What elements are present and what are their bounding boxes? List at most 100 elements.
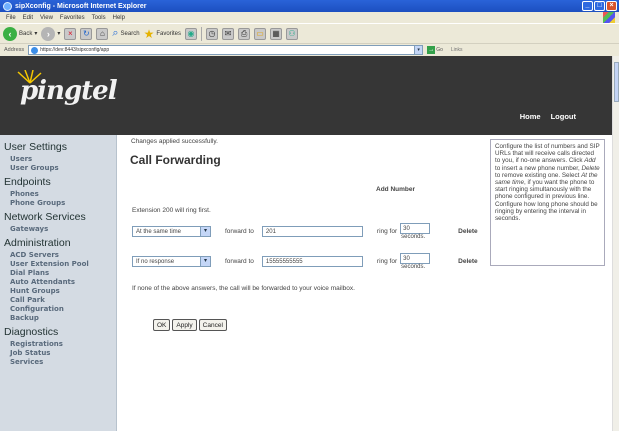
sidebar-section-user-settings: User Settings Users User Groups — [4, 141, 116, 173]
ring-duration: 30 seconds. — [400, 253, 431, 270]
help-text: to insert a new phone number, — [495, 164, 582, 172]
home-icon[interactable]: ⌂ — [96, 27, 109, 40]
back-dropdown-icon[interactable]: ▾ — [34, 30, 37, 37]
help-delete-word: Delete — [581, 164, 600, 172]
favorites-button[interactable]: ★ Favorites — [144, 27, 181, 41]
ring-seconds-value: 30 — [403, 255, 410, 262]
ring-seconds-input[interactable]: 30 — [400, 253, 431, 264]
pingtel-logo[interactable]: pingtel — [20, 76, 118, 106]
windows-logo-icon — [603, 12, 615, 23]
delete-link[interactable]: Delete — [458, 228, 478, 235]
search-button[interactable]: ⌕ Search — [112, 27, 139, 40]
go-button[interactable]: → Go — [427, 46, 443, 54]
back-label: Back — [19, 30, 33, 37]
address-dropdown-icon[interactable]: ▾ — [414, 45, 424, 55]
mail-icon[interactable]: ✉ — [222, 27, 235, 40]
back-arrow-icon: ‹ — [3, 26, 17, 41]
sidebar-item-services[interactable]: Services — [4, 358, 116, 367]
sidebar-item-configuration[interactable]: Configuration — [4, 305, 116, 314]
sidebar-item-auto-attendants[interactable]: Auto Attendants — [4, 278, 116, 287]
window-title-bar: sipXconfig - Microsoft Internet Explorer… — [0, 0, 619, 12]
media-icon[interactable]: ◉ — [185, 27, 198, 40]
address-label: Address — [4, 47, 25, 53]
sidebar-section-diagnostics: Diagnostics Registrations Job Status Ser… — [4, 326, 116, 367]
address-input[interactable]: https://dev:8443/sipxconfig/app — [28, 45, 424, 55]
ring-seconds-value: 30 — [403, 225, 410, 232]
toolbar-separator — [201, 26, 203, 41]
refresh-icon[interactable]: ↻ — [80, 27, 93, 40]
logout-link[interactable]: Logout — [551, 112, 576, 121]
favorites-label: Favorites — [156, 30, 182, 37]
menu-tools[interactable]: Tools — [92, 15, 106, 21]
forward-row: If no response ▾ forward to 15555555555 … — [132, 253, 478, 270]
scrollbar-thumb[interactable] — [614, 62, 619, 102]
sidebar-item-user-extension-pool[interactable]: User Extension Pool — [4, 260, 116, 269]
sidebar-section-administration: Administration ACD Servers User Extensio… — [4, 237, 116, 323]
forward-button[interactable]: › ▾ — [41, 26, 60, 41]
sidebar-item-dial-plans[interactable]: Dial Plans — [4, 269, 116, 278]
go-arrow-icon: → — [427, 46, 436, 54]
history-icon[interactable]: ◷ — [206, 27, 219, 40]
sidebar-item-backup[interactable]: Backup — [4, 314, 116, 323]
ie-icon — [3, 1, 12, 11]
sidebar-item-phones[interactable]: Phones — [4, 190, 116, 199]
form-buttons: OK Apply Cancel — [153, 319, 227, 331]
help-text: , if you want the phone to start ringing… — [495, 179, 598, 223]
main-content: Changes applied successfully. Call Forwa… — [128, 135, 488, 431]
ok-button[interactable]: OK — [153, 319, 171, 331]
forward-row: At the same time ▾ forward to 201 ring f… — [132, 223, 478, 240]
ring-mode-select[interactable]: At the same time ▾ — [132, 226, 211, 237]
ring-duration: 30 seconds. — [400, 223, 431, 240]
sidebar-item-call-park[interactable]: Call Park — [4, 296, 116, 305]
ring-mode-select[interactable]: If no response ▾ — [132, 256, 211, 267]
web-page: pingtel Home Logout User Settings Users … — [0, 56, 612, 431]
apply-button[interactable]: Apply — [172, 319, 197, 331]
vertical-scrollbar[interactable] — [612, 56, 619, 431]
address-url: https://dev:8443/sipxconfig/app — [40, 47, 110, 53]
sidebar-item-user-groups[interactable]: User Groups — [4, 164, 116, 173]
back-button[interactable]: ‹ Back ▾ — [3, 26, 37, 41]
close-button[interactable]: × — [606, 1, 617, 11]
minimize-button[interactable]: _ — [582, 1, 593, 11]
menu-file[interactable]: File — [6, 15, 16, 21]
messenger-icon[interactable]: ⚇ — [286, 27, 299, 40]
status-message: Changes applied successfully. — [131, 138, 218, 145]
address-bar: Address https://dev:8443/sipxconfig/app … — [0, 43, 619, 56]
links-button[interactable]: Links — [451, 47, 463, 53]
sidebar-item-hunt-groups[interactable]: Hunt Groups — [4, 287, 116, 296]
sidebar-item-job-status[interactable]: Job Status — [4, 349, 116, 358]
sidebar-item-acd-servers[interactable]: ACD Servers — [4, 251, 116, 260]
forward-number-input[interactable]: 201 — [261, 226, 363, 237]
voicemail-fallback-note: If none of the above answers, the call w… — [132, 285, 355, 292]
edit-icon[interactable]: ▭ — [254, 27, 267, 40]
menu-view[interactable]: View — [40, 15, 53, 21]
delete-link[interactable]: Delete — [458, 258, 478, 265]
maximize-button[interactable]: □ — [594, 1, 605, 11]
ring-for-label: ring for — [376, 258, 398, 265]
page-title: Call Forwarding — [130, 153, 221, 167]
print-icon[interactable]: ⎙ — [238, 27, 251, 40]
ring-seconds-input[interactable]: 30 — [400, 223, 431, 234]
menu-bar: File Edit View Favorites Tools Help — [0, 12, 619, 23]
home-link[interactable]: Home — [520, 112, 541, 121]
help-panel: Configure the list of numbers and SIP UR… — [490, 139, 605, 266]
forward-number-value: 201 — [265, 228, 276, 235]
sidebar-heading: Endpoints — [4, 176, 51, 188]
stop-icon[interactable]: × — [64, 27, 77, 40]
menu-help[interactable]: Help — [113, 15, 125, 21]
add-number-link[interactable]: Add Number — [376, 186, 415, 193]
cancel-button[interactable]: Cancel — [198, 319, 227, 331]
help-text: to remove existing one. Select — [495, 171, 582, 179]
menu-favorites[interactable]: Favorites — [60, 15, 85, 21]
forward-number-value: 15555555555 — [265, 258, 303, 265]
sidebar: User Settings Users User Groups Endpoint… — [0, 135, 117, 431]
star-icon: ★ — [143, 26, 155, 41]
search-icon: ⌕ — [112, 27, 119, 39]
forward-number-input[interactable]: 15555555555 — [261, 256, 363, 267]
discuss-icon[interactable]: ▦ — [270, 27, 283, 40]
sidebar-item-users[interactable]: Users — [4, 155, 116, 164]
menu-edit[interactable]: Edit — [23, 15, 33, 21]
sidebar-item-gateways[interactable]: Gateways — [4, 225, 116, 234]
sidebar-item-registrations[interactable]: Registrations — [4, 340, 116, 349]
sidebar-item-phone-groups[interactable]: Phone Groups — [4, 199, 116, 208]
